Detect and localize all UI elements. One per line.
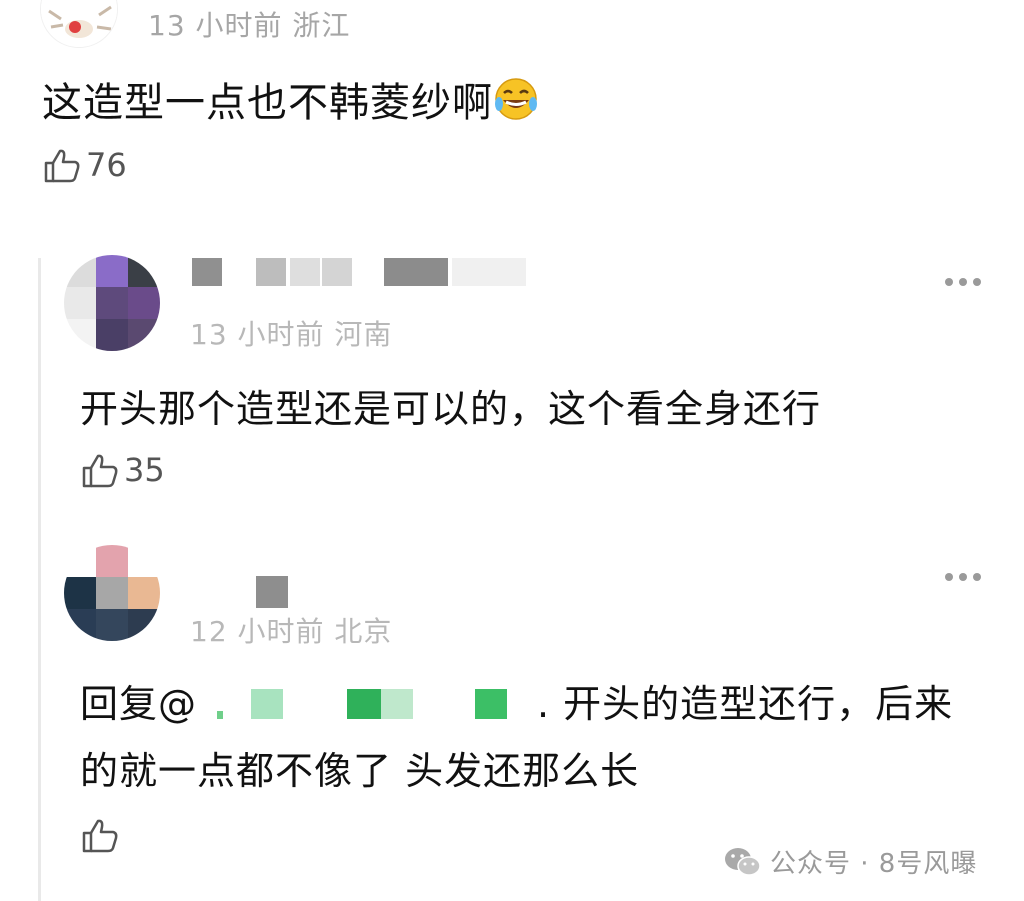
chicken-avatar-icon [41, 0, 117, 47]
more-dot-icon [945, 573, 953, 581]
reply-1-more-button[interactable] [945, 278, 981, 286]
top-comment-text: 这造型一点也不韩菱纱啊 [42, 70, 539, 128]
top-comment-like-count: 76 [86, 146, 127, 184]
thumbs-up-icon [82, 819, 118, 853]
reply-2-more-button[interactable] [945, 573, 981, 581]
reply-2-avatar[interactable] [64, 545, 160, 641]
reply-1-username-mosaic [322, 258, 352, 286]
reply-1-username-mosaic [452, 258, 526, 286]
reply-1-username-mosaic [290, 258, 320, 286]
watermark-text: 公众号 · 8号风曝 [770, 849, 978, 879]
top-comment-avatar[interactable] [40, 0, 118, 48]
top-comment-like-button[interactable]: 76 [42, 145, 127, 185]
thumbs-up-icon [82, 454, 118, 488]
more-dot-icon [945, 278, 953, 286]
reply-2-text-line-1: 回复@ . 开头的造型还行，后来 [80, 673, 953, 728]
reply-2-meta: 12 小时前 北京 [190, 615, 393, 648]
reply-1-username-mosaic [256, 258, 286, 286]
reply-1-like-count: 35 [124, 451, 165, 489]
more-dot-icon [959, 278, 967, 286]
reply-2-like-button[interactable] [80, 815, 124, 855]
mentioned-user-mosaic[interactable] [197, 689, 537, 719]
reply-1-avatar[interactable] [64, 255, 160, 351]
reply-1-text: 开头那个造型还是可以的，这个看全身还行 [80, 387, 822, 431]
reply-thread-line [38, 258, 41, 901]
top-comment-meta: 13 小时前 浙江 [148, 9, 351, 42]
thumbs-up-icon [44, 149, 80, 183]
reply-1-username-mosaic [192, 258, 222, 286]
more-dot-icon [973, 573, 981, 581]
more-dot-icon [959, 573, 967, 581]
more-dot-icon [973, 278, 981, 286]
reply-2-text-line-2: 的就一点都不像了 头发还那么长 [80, 749, 640, 793]
wechat-icon [725, 847, 761, 876]
reply-2-username-mosaic [256, 576, 288, 608]
top-comment-body: 这造型一点也不韩菱纱啊 [42, 80, 493, 126]
reply-2-body-start: . 开头的造型还行，后来 [537, 682, 954, 726]
reply-1-meta: 13 小时前 河南 [190, 318, 393, 351]
reply-1-like-button[interactable]: 35 [80, 450, 165, 490]
watermark: 公众号 · 8号风曝 [724, 843, 977, 880]
reply-prefix: 回复@ [80, 682, 198, 726]
reply-1-username-mosaic [384, 258, 448, 286]
laughing-tears-emoji-icon [495, 78, 537, 120]
